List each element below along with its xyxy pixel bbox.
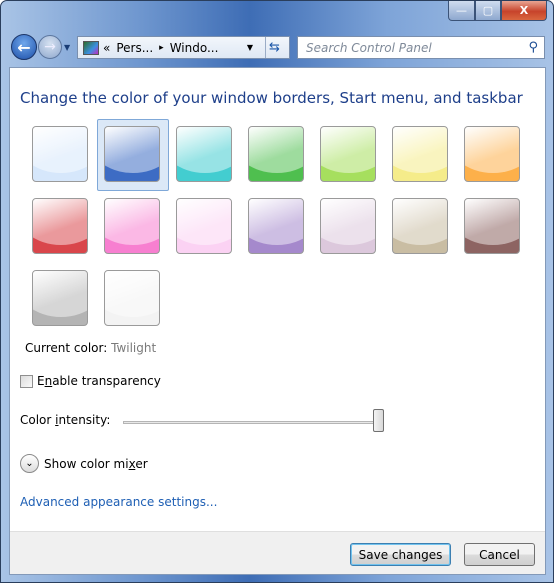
content-pane: Change the color of your window borders,… — [9, 67, 546, 575]
color-swatch-fuchsia[interactable] — [104, 198, 160, 254]
show-color-mixer-button[interactable]: ⌄ Show color mixer — [20, 454, 148, 473]
breadcrumb-personalization[interactable]: Pers... — [116, 41, 153, 55]
color-swatch-chocolate[interactable] — [464, 198, 520, 254]
color-swatch-ruby[interactable] — [32, 198, 88, 254]
arrow-right-icon: → — [44, 39, 56, 55]
color-swatch-slate[interactable] — [32, 270, 88, 326]
caption-buttons: — ▢ X — [448, 1, 547, 21]
minimize-button[interactable]: — — [448, 1, 475, 21]
color-swatch-sun[interactable] — [392, 126, 448, 182]
color-swatch-frost[interactable] — [104, 270, 160, 326]
color-swatch-pumpkin[interactable] — [464, 126, 520, 182]
color-swatch-leaf[interactable] — [248, 126, 304, 182]
breadcrumb-separator-icon[interactable]: ▸ — [159, 43, 164, 53]
current-color-value: Twilight — [111, 341, 157, 355]
save-changes-button[interactable]: Save changes — [350, 543, 451, 566]
button-bar: Save changes Cancel — [10, 531, 545, 574]
chevron-down-icon[interactable]: ⌄ — [20, 454, 39, 473]
personalization-icon — [83, 40, 99, 55]
cancel-button[interactable]: Cancel — [464, 543, 535, 566]
page-title: Change the color of your window borders,… — [20, 89, 523, 107]
nav-buttons: ← → ▼ — [11, 34, 70, 60]
window-frame: — ▢ X ← → ▼ « Pers... ▸ Windo... ▼ ⇆ Sea… — [0, 0, 554, 583]
color-swatch-violet[interactable] — [248, 198, 304, 254]
enable-transparency-label: Enable transparency — [37, 374, 161, 388]
close-button[interactable]: X — [501, 1, 547, 21]
refresh-icon: ⇆ — [269, 40, 280, 55]
current-color-label: Current color: — [25, 341, 108, 355]
show-color-mixer-label: Show color mixer — [44, 456, 148, 471]
breadcrumb-window-color[interactable]: Windo... — [170, 41, 219, 55]
back-button[interactable]: ← — [11, 34, 37, 60]
advanced-appearance-settings-link[interactable]: Advanced appearance settings... — [20, 495, 217, 509]
search-icon[interactable]: ⚲ — [528, 40, 538, 55]
color-swatch-lime[interactable] — [320, 126, 376, 182]
search-placeholder: Search Control Panel — [306, 40, 432, 55]
checkbox-box[interactable] — [20, 374, 33, 388]
forward-button[interactable]: → — [38, 35, 62, 59]
enable-transparency-checkbox[interactable]: Enable transparency — [20, 374, 161, 388]
address-dropdown-icon[interactable]: ▼ — [247, 43, 253, 52]
color-intensity-slider-thumb[interactable] — [373, 409, 384, 432]
color-swatch-sky[interactable] — [32, 126, 88, 182]
maximize-button[interactable]: ▢ — [475, 1, 501, 21]
color-intensity-label: Color intensity: — [20, 413, 111, 427]
recent-pages-chevron-icon[interactable]: ▼ — [64, 43, 70, 52]
address-overflow[interactable]: « — [103, 41, 110, 55]
color-swatch-sea[interactable] — [176, 126, 232, 182]
refresh-button[interactable]: ⇆ — [265, 37, 289, 58]
color-swatch-blush[interactable] — [176, 198, 232, 254]
arrow-left-icon: ← — [17, 37, 31, 57]
current-color: Current color: Twilight — [25, 341, 156, 355]
color-swatch-lavender[interactable] — [320, 198, 376, 254]
color-swatch-twilight[interactable] — [104, 126, 160, 182]
search-input[interactable]: Search Control Panel ⚲ — [297, 36, 545, 59]
address-bar[interactable]: « Pers... ▸ Windo... ▼ ⇆ — [77, 36, 290, 59]
color-swatch-taupe[interactable] — [392, 198, 448, 254]
color-intensity-slider-track[interactable] — [123, 421, 379, 424]
